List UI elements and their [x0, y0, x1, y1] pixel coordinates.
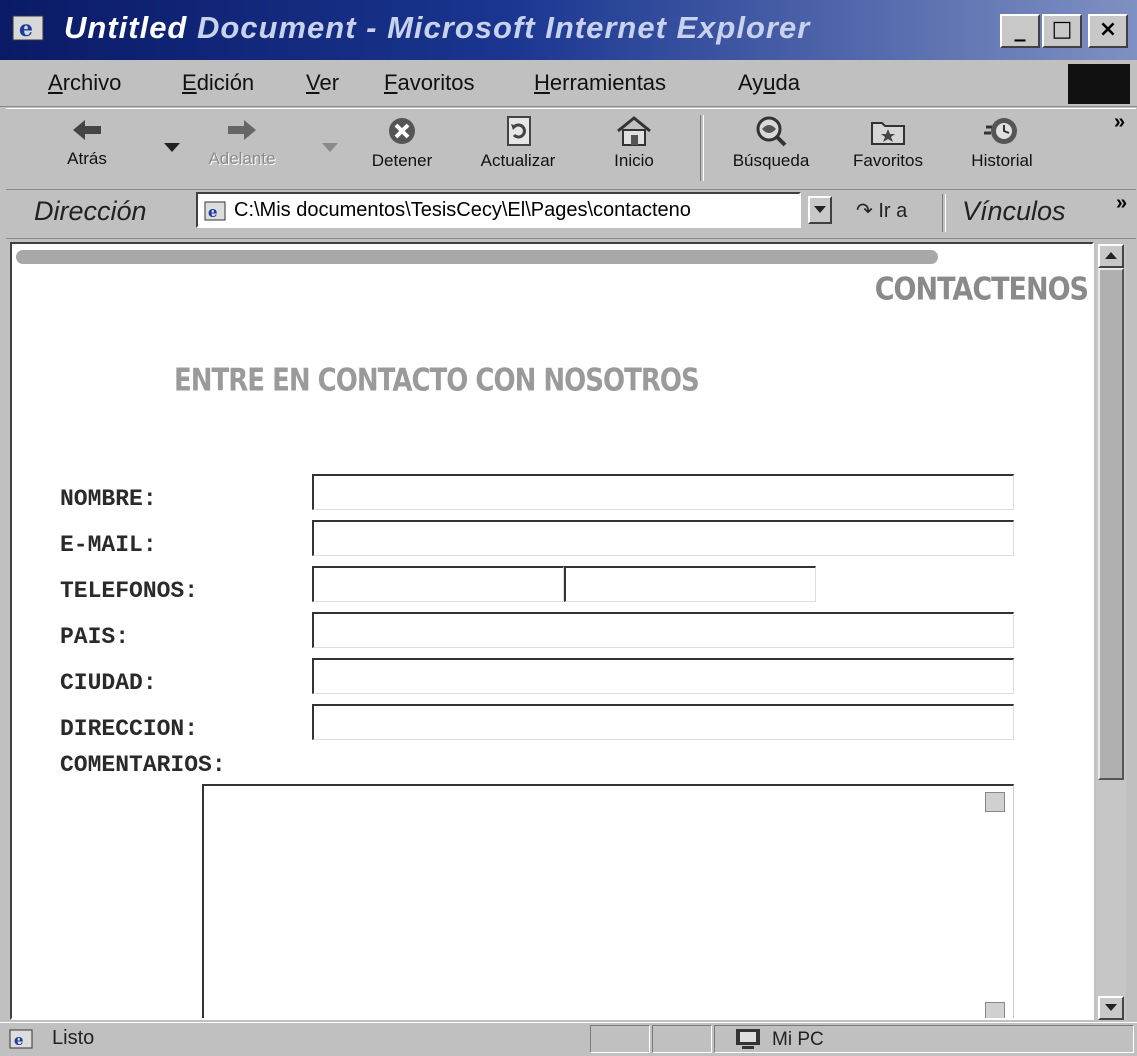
status-pane — [590, 1025, 650, 1053]
direccion-label: DIRECCION: — [60, 716, 199, 742]
back-arrow-icon — [73, 120, 101, 140]
telefono-2-input[interactable] — [564, 566, 816, 602]
menu-ver[interactable]: Ver — [306, 70, 339, 96]
telefono-1-input[interactable] — [312, 566, 564, 602]
pais-input[interactable] — [312, 612, 1014, 648]
section-title: CONTACTENOS — [874, 271, 1089, 308]
home-label: Inicio — [614, 151, 654, 170]
status-pane — [652, 1025, 712, 1053]
svg-text:e: e — [14, 1031, 24, 1049]
search-icon — [756, 116, 787, 147]
address-label: Dirección — [34, 196, 147, 226]
forward-arrow-icon — [228, 120, 256, 140]
textarea-scroll-down-button[interactable] — [985, 1002, 1005, 1018]
menu-archivo[interactable]: Archivo — [48, 70, 121, 96]
decorative-top-bar — [16, 250, 938, 264]
history-label: Historial — [971, 151, 1033, 170]
page-icon: e — [204, 199, 228, 228]
refresh-icon — [507, 116, 531, 146]
page-heading: ENTRE EN CONTACTO CON NOSOTROS — [174, 363, 700, 399]
nombre-label: NOMBRE: — [60, 486, 157, 512]
stop-icon — [389, 118, 415, 144]
windows-logo-icon — [1068, 64, 1130, 104]
page-viewport: CONTACTENOS ENTRE EN CONTACTO CON NOSOTR… — [10, 242, 1094, 1020]
scrollbar-thumb[interactable] — [1098, 268, 1124, 780]
minimize-button[interactable]: _ — [1000, 14, 1040, 48]
pais-label: PAIS: — [60, 624, 130, 650]
back-label: Atrás — [67, 149, 107, 168]
arrow-down-icon — [1105, 1004, 1117, 1011]
menu-edicion[interactable]: Edición — [182, 70, 254, 96]
links-button[interactable]: Vínculos — [962, 196, 1066, 227]
history-button[interactable]: Historial — [952, 113, 1052, 185]
favorites-folder-icon — [871, 122, 905, 145]
ciudad-input[interactable] — [312, 658, 1014, 694]
email-input[interactable] — [312, 520, 1014, 556]
favorites-label: Favoritos — [853, 151, 923, 170]
svg-text:e: e — [19, 16, 33, 42]
address-separator — [942, 194, 946, 232]
back-button[interactable]: Atrás — [52, 113, 122, 185]
scroll-down-button[interactable] — [1098, 996, 1124, 1020]
maximize-button[interactable]: □ — [1042, 14, 1082, 48]
standard-toolbar: Atrás Adelante Detener Actualizar Inicio… — [6, 108, 1136, 190]
status-text: Listo — [52, 1027, 95, 1049]
menu-favoritos[interactable]: Favoritos — [384, 70, 475, 96]
textarea-scroll-up-button[interactable] — [985, 792, 1005, 812]
go-label: Ir a — [878, 200, 908, 222]
computer-icon — [734, 1027, 764, 1056]
search-label: Búsqueda — [732, 151, 810, 170]
direccion-input[interactable] — [312, 704, 1014, 740]
ie-icon: e — [12, 12, 46, 42]
svg-text:e: e — [208, 203, 218, 221]
refresh-label: Actualizar — [480, 151, 556, 170]
toolbar-separator — [700, 115, 704, 181]
window-title: Untitled Document - Microsoft Internet E… — [64, 10, 811, 45]
address-value: C:\Mis documentos\TesisCecy\El\Pages\con… — [234, 199, 691, 221]
stop-label: Detener — [371, 151, 433, 170]
comentarios-textarea[interactable] — [202, 784, 1014, 1018]
toolbar-more-chevron[interactable]: » — [1114, 111, 1125, 134]
home-button[interactable]: Inicio — [594, 113, 674, 185]
forward-dropdown-icon[interactable] — [322, 143, 338, 152]
menu-ayuda[interactable]: Ayuda — [738, 70, 800, 96]
links-more-chevron[interactable]: » — [1116, 192, 1127, 215]
zone-text: Mi PC — [772, 1029, 824, 1050]
history-icon — [984, 118, 1017, 144]
stop-button[interactable]: Detener — [360, 113, 444, 185]
address-bar: Dirección e C:\Mis documentos\TesisCecy\… — [6, 190, 1136, 239]
address-dropdown-button[interactable] — [808, 196, 832, 224]
search-button[interactable]: Búsqueda — [714, 113, 828, 185]
nombre-input[interactable] — [312, 474, 1014, 510]
home-icon — [617, 116, 651, 146]
go-button[interactable]: ↷ Ir a — [856, 198, 907, 223]
refresh-button[interactable]: Actualizar — [462, 113, 574, 185]
forward-label: Adelante — [208, 149, 276, 168]
forward-button[interactable]: Adelante — [192, 113, 292, 185]
ciudad-label: CIUDAD: — [60, 670, 157, 696]
telefonos-label: TELEFONOS: — [60, 578, 199, 604]
menu-herramientas[interactable]: Herramientas — [534, 70, 666, 96]
arrow-up-icon — [1105, 252, 1117, 259]
go-arrow-icon: ↷ — [856, 200, 873, 222]
scroll-up-button[interactable] — [1098, 244, 1124, 268]
chevron-down-icon — [814, 206, 826, 213]
status-page-icon: e — [8, 1027, 36, 1056]
email-label: E-MAIL: — [60, 532, 157, 558]
title-bar[interactable]: e Untitled Document - Microsoft Internet… — [0, 0, 1137, 60]
back-dropdown-icon[interactable] — [164, 143, 180, 152]
status-bar: e Listo Mi PC — [0, 1022, 1137, 1055]
comentarios-label: COMENTARIOS: — [60, 752, 226, 778]
menu-bar: Archivo Edición Ver Favoritos Herramient… — [0, 60, 1137, 107]
favorites-button[interactable]: Favoritos — [836, 113, 940, 185]
address-input[interactable]: e C:\Mis documentos\TesisCecy\El\Pages\c… — [196, 192, 801, 228]
close-button[interactable]: × — [1088, 14, 1128, 48]
